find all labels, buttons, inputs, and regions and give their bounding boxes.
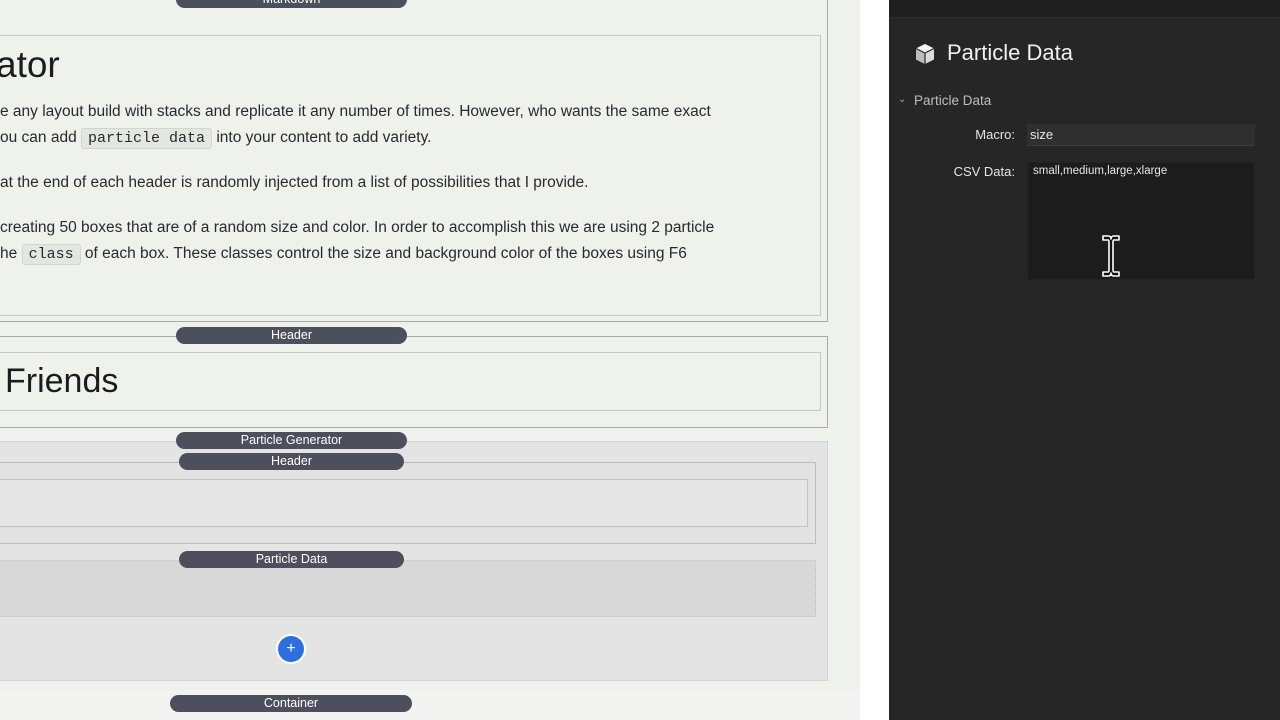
inspector-top-bar	[889, 0, 1280, 18]
markdown-heading: ator	[0, 44, 60, 85]
container-label[interactable]: Container	[170, 695, 412, 712]
paragraph-text: into your content to add variety.	[212, 129, 432, 146]
markdown-paragraph-1-line-2: ou can add particle data into your conte…	[0, 125, 431, 152]
chevron-down-icon[interactable]: ⌄	[898, 94, 906, 105]
container-area[interactable]	[0, 690, 860, 720]
editor-canvas: Markdown ator e any layout build with st…	[0, 0, 860, 720]
inline-code-particle-data: particle data	[81, 128, 213, 149]
paragraph-text: he	[0, 245, 22, 262]
header-stack-label[interactable]: Header	[176, 327, 407, 344]
text-cursor-icon	[1102, 235, 1120, 277]
cube-icon	[915, 44, 935, 64]
panel-title: Particle Data	[947, 40, 1073, 65]
add-stack-button[interactable]: +	[278, 636, 304, 662]
section-header-particle-data[interactable]: Particle Data	[914, 93, 991, 108]
particle-generator-label[interactable]: Particle Generator	[176, 432, 407, 449]
particle-data-stack[interactable]	[0, 560, 816, 617]
paragraph-text: ou can add	[0, 129, 82, 146]
markdown-paragraph-2: at the end of each header is randomly in…	[0, 174, 589, 191]
inline-code-class: class	[21, 244, 81, 265]
inspector-panel: Particle Data ⌄ Particle Data Macro: CSV…	[889, 0, 1280, 720]
macro-label: Macro:	[975, 127, 1015, 142]
header-title: Friends	[5, 362, 119, 400]
markdown-paragraph-3-line-2: he class of each box. These classes cont…	[0, 241, 687, 268]
markdown-stack-label[interactable]: Markdown	[176, 0, 407, 8]
header-content-frame[interactable]	[0, 352, 821, 411]
generator-header-content[interactable]	[0, 479, 808, 527]
generator-header-label[interactable]: Header	[179, 453, 404, 470]
paragraph-text: of each box. These classes control the s…	[80, 245, 687, 262]
particle-data-label[interactable]: Particle Data	[179, 551, 404, 568]
markdown-paragraph-1-line-1: e any layout build with stacks and repli…	[0, 103, 711, 120]
csv-data-label: CSV Data:	[953, 164, 1015, 179]
csv-data-textarea[interactable]: small,medium,large,xlarge	[1027, 162, 1255, 280]
macro-input[interactable]	[1027, 124, 1255, 146]
markdown-paragraph-3-line-1: creating 50 boxes that are of a random s…	[0, 219, 715, 236]
